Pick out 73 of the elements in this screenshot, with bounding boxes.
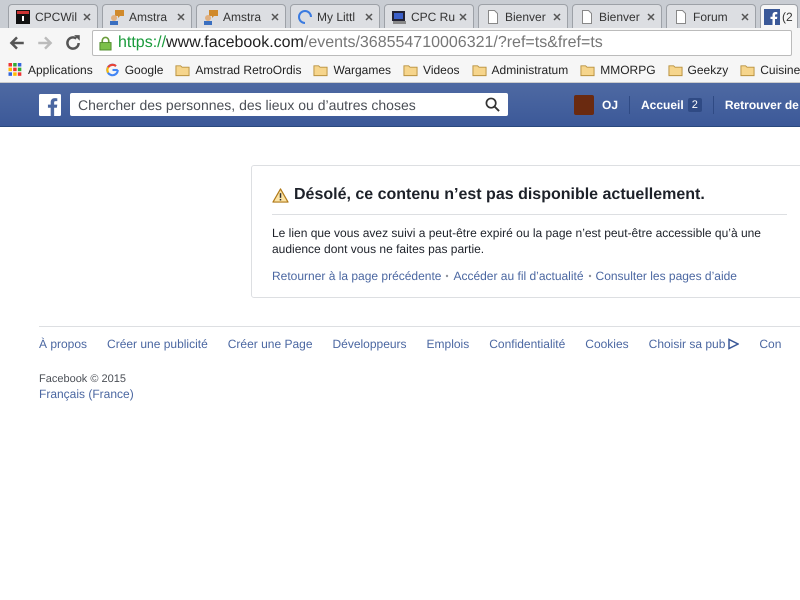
browser-tab[interactable]: Amstra xyxy=(196,4,286,28)
footer-link[interactable]: À propos xyxy=(39,337,88,351)
google-g-icon xyxy=(104,63,120,77)
browser-tab[interactable]: Amstra xyxy=(102,4,192,28)
browser-tab[interactable]: CPC Ru xyxy=(384,4,474,28)
folder-icon xyxy=(472,63,487,77)
facebook-logo-icon xyxy=(764,8,780,24)
help-link[interactable]: Accéder au fil d’actualité xyxy=(453,269,584,283)
footer-link[interactable]: Choisir sa pub xyxy=(648,337,740,351)
padlock-icon xyxy=(99,36,112,50)
close-icon[interactable] xyxy=(365,12,373,20)
close-icon[interactable] xyxy=(647,12,655,20)
folder-icon xyxy=(175,63,190,77)
apps-grid-icon xyxy=(8,63,23,77)
close-icon[interactable] xyxy=(459,12,467,20)
close-icon[interactable] xyxy=(741,12,749,20)
folder-icon xyxy=(740,63,756,77)
bookmark[interactable]: Applications xyxy=(8,63,93,77)
find-friends-link[interactable]: Retrouver de xyxy=(724,98,799,112)
address-bar[interactable]: https://www.facebook.com/events/368554710006321/?ref=ts&fref=ts xyxy=(92,30,792,56)
copyright: Facebook © 2015 xyxy=(39,373,127,385)
bookmark[interactable]: Videos xyxy=(403,63,460,77)
browser-tab[interactable]: Forum xyxy=(666,4,756,28)
page-icon xyxy=(579,8,595,24)
folder-icon xyxy=(580,63,596,77)
footer-link[interactable]: Créer une publicité xyxy=(107,337,208,351)
home-link[interactable]: Accueil xyxy=(641,98,684,112)
footer-link[interactable]: Cookies xyxy=(585,337,629,351)
language-link[interactable]: Français (France) xyxy=(39,387,800,401)
search-icon xyxy=(485,97,500,112)
bookmark[interactable]: Geekzy xyxy=(668,63,728,77)
person-bubble-icon xyxy=(109,8,125,24)
bookmark[interactable]: Google xyxy=(104,63,164,77)
footer-link[interactable]: Développeurs xyxy=(332,337,407,351)
folder-icon xyxy=(403,63,418,77)
browser-tab[interactable]: Bienver xyxy=(478,4,568,28)
footer-link[interactable]: Con xyxy=(759,337,782,351)
terminal-icon xyxy=(15,8,31,24)
computer-icon xyxy=(391,8,407,24)
close-icon[interactable] xyxy=(83,12,91,20)
folder-icon xyxy=(668,63,683,77)
footer-link[interactable]: Confidentialité xyxy=(489,337,566,351)
error-message: Le lien que vous avez suivi a peut-être expiré ou la page n’est peut-être accessible qu’à une audience dont vous ne faites pas partie. xyxy=(272,225,762,257)
error-title: Désolé, ce contenu n’est pas disponible actuellement. xyxy=(294,186,705,204)
bookmark[interactable]: Cuisine xyxy=(740,63,800,77)
back-arrow-icon[interactable] xyxy=(8,34,26,52)
search-field[interactable]: Chercher des personnes, des lieux ou d’autres choses xyxy=(70,93,508,116)
page-icon xyxy=(673,8,689,24)
close-icon[interactable] xyxy=(177,12,185,20)
page-icon xyxy=(485,8,501,24)
bookmark[interactable]: Amstrad RetroOrdis xyxy=(175,63,302,77)
reload-icon[interactable] xyxy=(64,34,82,52)
bookmark[interactable]: MMORPG xyxy=(580,63,656,77)
profile-link[interactable]: OJ xyxy=(602,98,618,112)
help-link[interactable]: Consulter les pages d’aide xyxy=(596,269,737,283)
close-icon[interactable] xyxy=(553,12,561,20)
loading-spinner-icon xyxy=(297,8,313,24)
browser-tab[interactable]: Bienver xyxy=(572,4,662,28)
person-bubble-icon xyxy=(203,8,219,24)
facebook-logo-icon[interactable] xyxy=(39,94,61,116)
browser-tab[interactable]: My Littl xyxy=(290,4,380,28)
notification-count: 2 xyxy=(688,98,702,112)
bookmark[interactable]: Administratum xyxy=(472,63,568,77)
bookmark[interactable]: Wargames xyxy=(313,63,392,77)
footer-link[interactable]: Emplois xyxy=(426,337,470,351)
warning-icon xyxy=(272,188,289,202)
browser-tab[interactable]: (2 xyxy=(760,4,798,28)
folder-icon xyxy=(313,63,328,77)
browser-tab[interactable]: CPCWil xyxy=(8,4,98,28)
ad-choices-icon xyxy=(727,338,740,350)
footer-link[interactable]: Créer une Page xyxy=(228,337,312,351)
help-link[interactable]: Retourner à la page précédente xyxy=(272,269,442,283)
close-icon[interactable] xyxy=(271,12,279,20)
